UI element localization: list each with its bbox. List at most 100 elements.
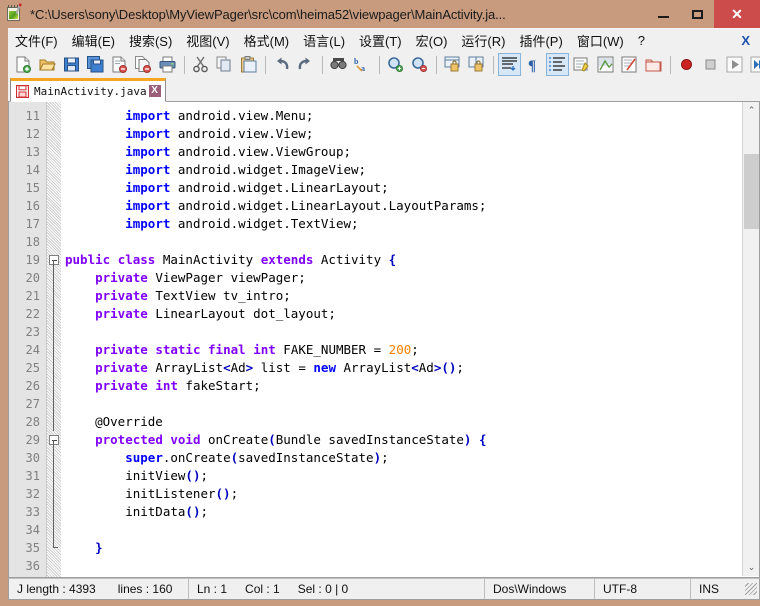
toolbar-separator [670,55,671,74]
line-number: 17 [25,217,40,231]
code-line: import android.widget.LinearLayout.Layou… [125,198,487,213]
copy-icon[interactable] [213,53,236,76]
user-language-icon[interactable] [570,53,593,76]
window-controls: ✕ [646,0,760,28]
line-number: 32 [25,487,40,501]
macro-stop-icon[interactable] [699,53,722,76]
code-line: initData(); [65,504,209,519]
save-all-icon[interactable] [84,53,107,76]
line-number: 29 [25,433,40,447]
menu-item-edit[interactable]: 编辑(E) [65,29,122,52]
fold-marker [47,341,61,359]
code-text[interactable]: import android.view.Menu; import android… [61,102,759,577]
menu-bar: 文件(F) 编辑(E) 搜索(S) 视图(V) 格式(M) 语言(L) 设置(T… [8,28,760,51]
print-icon[interactable] [156,53,179,76]
function-list-icon[interactable] [618,53,641,76]
status-document-info: J length : 4393 lines : 160 [9,579,189,599]
toolbar-separator [379,55,380,74]
new-file-icon[interactable] [12,53,35,76]
indent-guide-icon[interactable] [546,53,569,76]
code-line: private int fakeStart; [95,378,261,393]
editor-area[interactable]: 11 12 13 14 15 16 17 18 19 20 21 22 23 24 25 26 27 28 29 30… [8,102,760,578]
scroll-down-arrow[interactable]: ⌄ [743,559,759,576]
code-line: import android.widget.LinearLayout; [125,180,389,195]
status-eol-format[interactable]: Dos\Windows [485,579,595,599]
menu-item-file[interactable]: 文件(F) [8,29,65,52]
menu-item-plugins[interactable]: 插件(P) [512,29,569,52]
code-line: private LinearLayout dot_layout; [95,306,336,321]
line-number: 23 [25,325,40,339]
close-file-icon[interactable] [108,53,131,76]
menu-item-format[interactable]: 格式(M) [237,29,297,52]
find-icon[interactable] [327,53,350,76]
status-insert-mode[interactable]: INS [691,579,735,599]
red-save-icon [15,84,30,98]
line-number: 20 [25,271,40,285]
replace-icon[interactable]: b a [351,53,374,76]
vertical-scrollbar[interactable]: ⌃ ⌄ [742,102,759,576]
menu-item-macro[interactable]: 宏(O) [409,29,455,52]
cut-icon[interactable] [189,53,212,76]
fold-marker[interactable] [47,431,61,449]
sync-horizontal-icon[interactable] [465,53,488,76]
fold-marker [47,107,61,125]
show-all-chars-icon[interactable]: ¶ [522,53,545,76]
menu-item-search[interactable]: 搜索(S) [122,29,179,52]
zoom-out-icon[interactable] [408,53,431,76]
line-number: 24 [25,343,40,357]
svg-text:b: b [354,57,359,66]
line-number: 28 [25,415,40,429]
status-bar: J length : 4393 lines : 160 Ln : 1 Col :… [8,578,760,600]
menu-item-run[interactable]: 运行(R) [454,29,512,52]
menu-item-window[interactable]: 窗口(W) [570,29,631,52]
line-number: 19 [25,253,40,267]
svg-text:¶: ¶ [528,58,536,73]
paste-icon[interactable] [237,53,260,76]
minimize-button[interactable] [646,0,680,28]
menu-item-language[interactable]: 语言(L) [296,29,352,52]
fold-marker [47,323,61,341]
save-icon[interactable] [60,53,83,76]
code-line: import android.view.Menu; [125,108,314,123]
close-all-files-icon[interactable] [132,53,155,76]
doc-map-icon[interactable] [594,53,617,76]
word-wrap-icon[interactable] [498,53,521,76]
tab-close-icon[interactable]: X [148,85,161,97]
tab-bar: MainActivity.java X [8,78,760,102]
close-button[interactable]: ✕ [714,0,760,28]
menu-item-view[interactable]: 视图(V) [179,29,236,52]
zoom-in-icon[interactable] [384,53,407,76]
code-line: protected void onCreate(Bundle savedInst… [95,432,487,447]
folder-workspace-icon[interactable] [642,53,665,76]
resize-grip[interactable] [745,583,757,595]
undo-icon[interactable] [270,53,293,76]
open-file-icon[interactable] [36,53,59,76]
fold-marker [47,395,61,413]
line-number: 21 [25,289,40,303]
menu-item-help[interactable]: ? [631,31,652,50]
fold-marker [47,305,61,323]
fold-marker [47,557,61,575]
macro-play-icon[interactable] [723,53,746,76]
fold-margin[interactable] [47,102,61,577]
toolbar-separator [184,55,185,74]
menu-item-settings[interactable]: 设置(T) [352,29,409,52]
close-document-icon[interactable]: X [737,33,760,48]
fold-marker[interactable] [47,251,61,269]
status-encoding[interactable]: UTF-8 [595,579,691,599]
line-number: 18 [25,235,40,249]
tab-mainactivity-java[interactable]: MainActivity.java X [10,78,166,102]
code-line: import android.view.ViewGroup; [125,144,351,159]
fold-marker [47,197,61,215]
fold-marker [47,215,61,233]
redo-icon[interactable] [294,53,317,76]
sync-vertical-icon[interactable] [441,53,464,76]
maximize-button[interactable] [680,0,714,28]
vertical-scrollbar-thumb[interactable] [744,154,759,229]
macro-record-icon[interactable] [675,53,698,76]
scroll-up-arrow[interactable]: ⌃ [743,102,759,119]
code-line: import android.widget.ImageView; [125,162,367,177]
macro-runmulti-icon[interactable] [747,53,760,76]
